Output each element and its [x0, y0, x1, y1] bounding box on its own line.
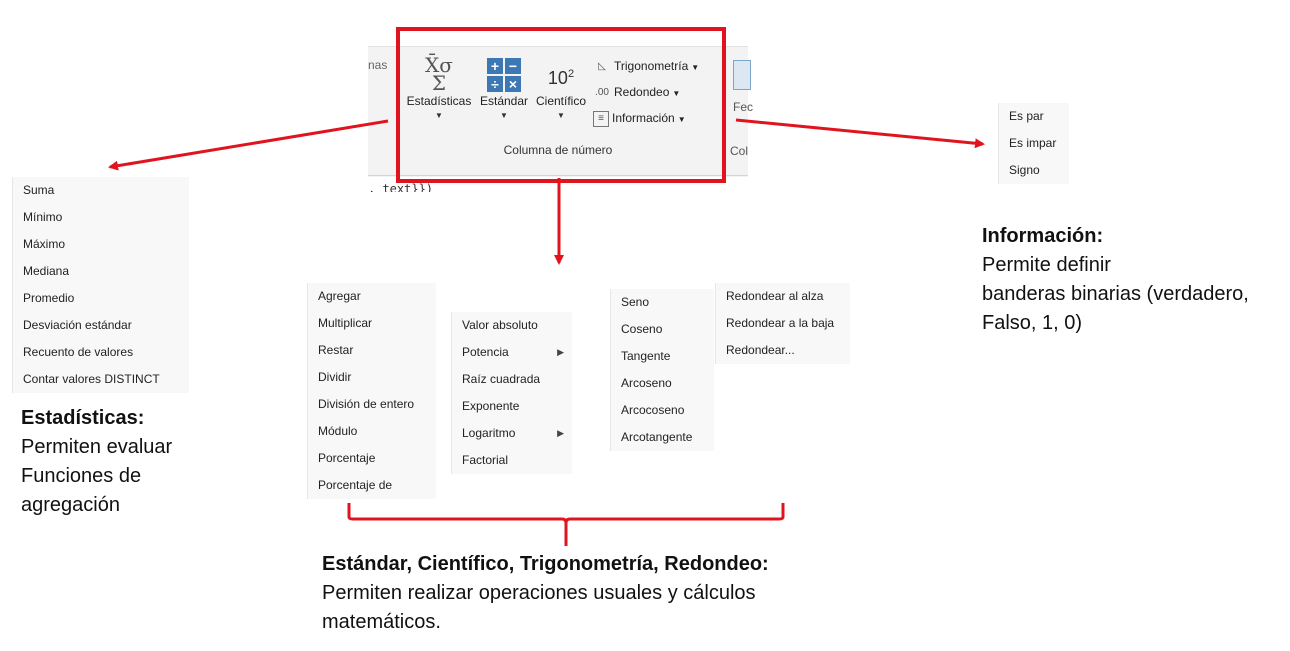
informacion-menu-item[interactable]: Signo	[999, 157, 1069, 184]
trigonometria-menu-item-label: Arcocoseno	[621, 403, 685, 417]
cientifico-menu-item[interactable]: Raíz cuadrada	[452, 366, 572, 393]
cientifico-menu-item[interactable]: Logaritmo ▶	[452, 420, 572, 447]
note-estadisticas-text: Permiten evaluar Funciones de agregación	[21, 436, 173, 516]
estandar-menu-item[interactable]: Agregar	[308, 283, 436, 310]
note-estadisticas: Estadísticas: Permiten evaluar Funciones…	[21, 404, 172, 520]
trigonometria-menu-item[interactable]: Arcocoseno	[611, 397, 714, 424]
trigonometria-menu-item[interactable]: Coseno	[611, 316, 714, 343]
estadisticas-menu-item[interactable]: Suma	[13, 177, 189, 204]
estadisticas-menu: Suma Mínimo Máximo Mediana Promedio Desviació…	[12, 177, 189, 393]
informacion-menu-item-label: Es impar	[1009, 136, 1057, 150]
redondeo-menu-item-label: Redondear a la baja	[726, 316, 835, 330]
cientifico-menu-item-label: Logaritmo	[462, 426, 516, 440]
estandar-menu-item-label: Agregar	[318, 289, 361, 303]
trigonometria-menu-item[interactable]: Arcotangente	[611, 424, 714, 451]
trigonometria-menu-item-label: Coseno	[621, 322, 663, 336]
note-informacion-title: Información:	[982, 225, 1104, 247]
cientifico-menu-item-label: Potencia	[462, 345, 509, 359]
estadisticas-menu-item-label: Mediana	[23, 264, 70, 278]
cientifico-menu-item[interactable]: Potencia ▶	[452, 339, 572, 366]
note-estadisticas-title: Estadísticas:	[21, 407, 145, 429]
estandar-menu-item-label: Restar	[318, 343, 354, 357]
cientifico-menu-item-label: Valor absoluto	[462, 318, 538, 332]
redondeo-menu-item[interactable]: Redondear a la baja	[716, 310, 850, 337]
estadisticas-menu-item-label: Desviación estándar	[23, 318, 132, 332]
informacion-menu: Es par Es impar Signo	[998, 103, 1069, 184]
cientifico-menu-item-label: Factorial	[462, 453, 509, 467]
cientifico-menu: Valor absoluto Potencia ▶ Raíz cuadrada Expo…	[451, 312, 572, 474]
estadisticas-menu-item[interactable]: Contar valores DISTINCT	[13, 366, 189, 393]
estandar-menu-item-label: División de entero	[318, 397, 415, 411]
trigonometria-menu-item-label: Arcotangente	[621, 430, 693, 444]
estadisticas-menu-item[interactable]: Desviación estándar	[13, 312, 189, 339]
estandar-menu-item-label: Multiplicar	[318, 316, 373, 330]
estadisticas-menu-item-label: Máximo	[23, 237, 66, 251]
estadisticas-menu-item[interactable]: Promedio	[13, 285, 189, 312]
estandar-menu-item-label: Módulo	[318, 424, 358, 438]
informacion-menu-item-label: Es par	[1009, 109, 1044, 123]
note-estandar-text: Permiten realizar operaciones usuales y …	[322, 582, 756, 633]
estadisticas-menu-item-label: Suma	[23, 183, 55, 197]
chevron-right-icon: ▶	[557, 428, 564, 438]
estadisticas-menu-item-label: Contar valores DISTINCT	[23, 372, 160, 386]
estandar-menu-item[interactable]: Dividir	[308, 364, 436, 391]
estandar-menu: Agregar Multiplicar Restar Dividir División …	[307, 283, 436, 499]
informacion-menu-item[interactable]: Es impar	[999, 130, 1069, 157]
trigonometria-menu-item-label: Tangente	[621, 349, 671, 363]
trigonometria-menu-item-label: Arcoseno	[621, 376, 672, 390]
redondeo-menu-item[interactable]: Redondear...	[716, 337, 850, 364]
note-informacion: Información: Permite definir banderas bi…	[982, 222, 1249, 338]
redondeo-menu-item[interactable]: Redondear al alza	[716, 283, 850, 310]
estadisticas-menu-item[interactable]: Recuento de valores	[13, 339, 189, 366]
trigonometria-menu-item-label: Seno	[621, 295, 650, 309]
estadisticas-menu-item[interactable]: Mediana	[13, 258, 189, 285]
trigonometria-menu: Seno Coseno Tangente Arcoseno Arcocoseno Arco…	[610, 289, 714, 451]
estadisticas-menu-item-label: Mínimo	[23, 210, 63, 224]
estadisticas-menu-item[interactable]: Mínimo	[13, 204, 189, 231]
redondeo-menu: Redondear al alza Redondear a la baja Redo…	[715, 283, 850, 364]
redondeo-menu-item-label: Redondear...	[726, 343, 795, 357]
informacion-menu-item[interactable]: Es par	[999, 103, 1069, 130]
trigonometria-menu-item[interactable]: Seno	[611, 289, 714, 316]
trigonometria-menu-item[interactable]: Tangente	[611, 343, 714, 370]
trigonometria-menu-item[interactable]: Arcoseno	[611, 370, 714, 397]
estadisticas-menu-item-label: Recuento de valores	[23, 345, 134, 359]
estandar-menu-item-label: Porcentaje	[318, 451, 376, 465]
chevron-right-icon: ▶	[557, 347, 564, 357]
estandar-menu-item[interactable]: Multiplicar	[308, 310, 436, 337]
cientifico-menu-item[interactable]: Exponente	[452, 393, 572, 420]
estandar-menu-item-label: Dividir	[318, 370, 352, 384]
note-estandar-title: Estándar, Científico, Trigonometría, Red…	[322, 553, 769, 575]
estandar-menu-item[interactable]: Porcentaje de	[308, 472, 436, 499]
estandar-menu-item[interactable]: Módulo	[308, 418, 436, 445]
estandar-menu-item-label: Porcentaje de	[318, 478, 393, 492]
estadisticas-menu-item[interactable]: Máximo	[13, 231, 189, 258]
cientifico-menu-item-label: Exponente	[462, 399, 520, 413]
estadisticas-menu-item-label: Promedio	[23, 291, 75, 305]
estandar-menu-item[interactable]: División de entero	[308, 391, 436, 418]
cientifico-menu-item[interactable]: Valor absoluto	[452, 312, 572, 339]
estandar-menu-item[interactable]: Porcentaje	[308, 445, 436, 472]
informacion-menu-item-label: Signo	[1009, 163, 1040, 177]
note-estandar: Estándar, Científico, Trigonometría, Red…	[322, 550, 769, 637]
note-informacion-text: Permite definir banderas binarias (verda…	[982, 254, 1249, 334]
cientifico-menu-item[interactable]: Factorial	[452, 447, 572, 474]
redondeo-menu-item-label: Redondear al alza	[726, 289, 824, 303]
estandar-menu-item[interactable]: Restar	[308, 337, 436, 364]
cientifico-menu-item-label: Raíz cuadrada	[462, 372, 541, 386]
